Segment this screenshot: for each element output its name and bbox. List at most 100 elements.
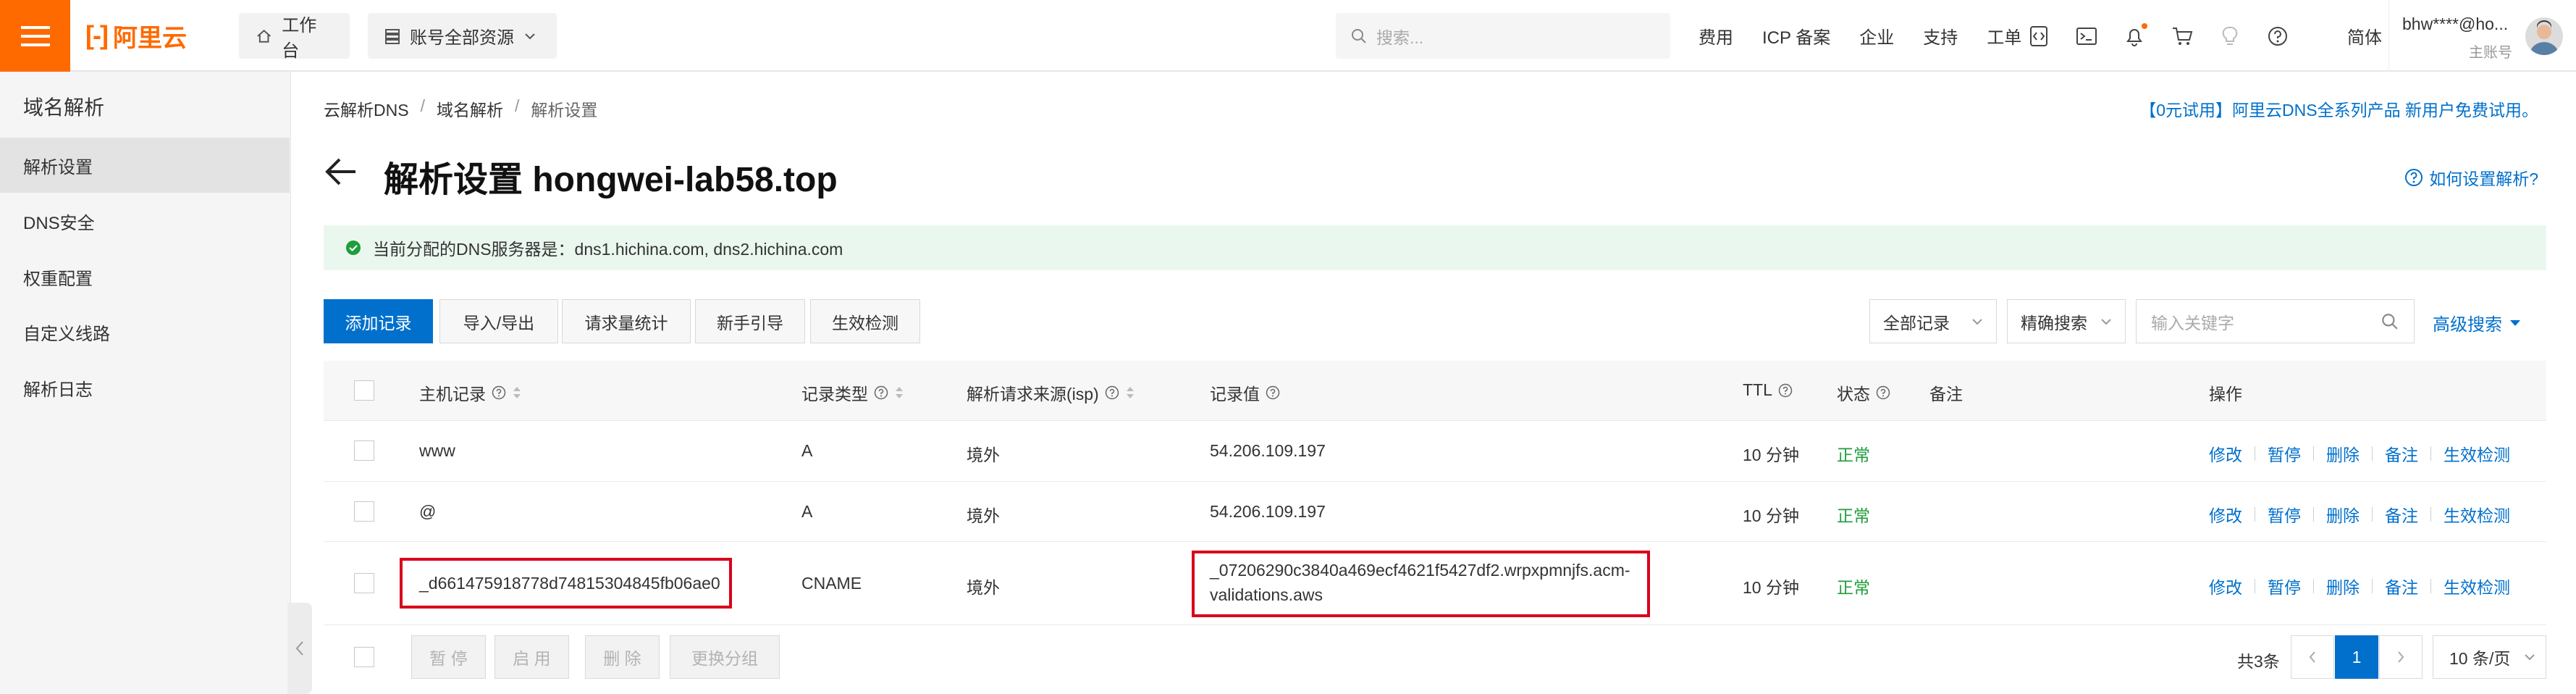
header-ttl: TTL	[1743, 380, 1793, 400]
back-arrow-icon[interactable]	[324, 155, 358, 188]
request-stats-button[interactable]: 请求量统计	[562, 299, 691, 343]
row-checkbox[interactable]	[354, 440, 374, 461]
chevron-down-icon	[2101, 318, 2111, 325]
lightbulb-icon[interactable]	[2218, 25, 2242, 48]
sort-icon[interactable]	[512, 384, 522, 401]
check-link[interactable]: 生效检测	[2444, 574, 2510, 598]
nav-link-support[interactable]: 支持	[1923, 23, 1958, 49]
import-export-button[interactable]: 导入/导出	[439, 299, 558, 343]
pause-link[interactable]: 暂停	[2268, 441, 2301, 466]
breadcrumb-current: 解析设置	[531, 101, 598, 120]
search-mode-select[interactable]: 精确搜索	[2007, 299, 2126, 343]
cell-ttl: 10 分钟	[1743, 446, 1799, 464]
cart-icon[interactable]	[2171, 25, 2194, 48]
sort-icon[interactable]	[894, 384, 904, 401]
add-record-button[interactable]: 添加记录	[324, 299, 433, 343]
prev-page-button[interactable]	[2291, 635, 2334, 679]
select-all-checkbox-bottom[interactable]	[354, 647, 374, 667]
header-type[interactable]: 记录类型	[801, 380, 904, 405]
remark-link[interactable]: 备注	[2385, 574, 2418, 598]
sidebar-item-weight[interactable]: 权重配置	[0, 249, 290, 304]
row-checkbox[interactable]	[354, 573, 374, 593]
next-page-button[interactable]	[2379, 635, 2423, 679]
howto-link[interactable]: 如何设置解析?	[2404, 165, 2538, 190]
divider	[2372, 507, 2373, 522]
bulk-pause-button[interactable]: 暂 停	[411, 635, 486, 679]
advanced-search-toggle[interactable]: 高级搜索	[2433, 310, 2521, 335]
workbench-button[interactable]: 工作台	[239, 13, 350, 61]
edit-link[interactable]: 修改	[2209, 574, 2242, 598]
cell-value-line2: validations.aws	[1210, 585, 1323, 604]
check-link[interactable]: 生效检测	[2444, 502, 2510, 527]
divider	[2430, 507, 2431, 522]
table-row: www A 境外 54.206.109.197 10 分钟 正常 修改 暂停 删…	[324, 421, 2546, 482]
edit-link[interactable]: 修改	[2209, 441, 2242, 466]
page-size-select[interactable]: 10 条/页	[2433, 635, 2546, 679]
check-button[interactable]: 生效检测	[810, 299, 920, 343]
row-actions: 修改 暂停 删除 备注 生效检测	[2209, 574, 2510, 598]
edit-link[interactable]: 修改	[2209, 502, 2242, 527]
cell-value: 54.206.109.197	[1210, 441, 1326, 460]
promo-link[interactable]: 【0元试用】阿里云DNS全系列产品 新用户免费试用。	[2139, 96, 2538, 121]
search-icon[interactable]	[2381, 312, 2399, 331]
cell-value: 54.206.109.197	[1210, 502, 1326, 521]
breadcrumb-domain[interactable]: 域名解析	[437, 96, 503, 121]
aliyun-logo[interactable]: [-] 阿里云	[85, 19, 187, 52]
cell-ttl: 10 分钟	[1743, 578, 1799, 597]
guide-button[interactable]: 新手引导	[695, 299, 805, 343]
global-search-input[interactable]: 搜索...	[1336, 13, 1670, 59]
bulk-enable-button[interactable]: 启 用	[494, 635, 569, 679]
help-icon[interactable]	[2266, 25, 2289, 48]
sidebar-item-dns-security[interactable]: DNS安全	[0, 193, 290, 248]
help-icon	[874, 385, 888, 400]
sidebar-item-custom-line[interactable]: 自定义线路	[0, 304, 290, 359]
resource-selector[interactable]: 账号全部资源	[368, 13, 557, 59]
avatar	[2525, 17, 2563, 55]
status-badge: 正常	[1837, 506, 1870, 525]
resource-selector-label: 账号全部资源	[410, 28, 514, 48]
bulk-group-button[interactable]: 更换分组	[670, 635, 780, 679]
row-actions: 修改 暂停 删除 备注 生效检测	[2209, 441, 2510, 466]
bulk-delete-button[interactable]: 删 除	[585, 635, 660, 679]
delete-link[interactable]: 删除	[2326, 441, 2360, 466]
nav-link-icp[interactable]: ICP 备案	[1762, 23, 1830, 49]
remark-link[interactable]: 备注	[2385, 502, 2418, 527]
select-all-checkbox[interactable]	[354, 380, 374, 401]
row-checkbox[interactable]	[354, 501, 374, 522]
remark-link[interactable]: 备注	[2385, 441, 2418, 466]
keyword-input[interactable]: 输入关键字	[2136, 299, 2415, 343]
terminal-icon[interactable]	[2075, 25, 2098, 48]
record-filter-select[interactable]: 全部记录	[1869, 299, 1997, 343]
account-menu[interactable]: bhw****@ho... 主账号	[2388, 0, 2576, 72]
delete-link[interactable]: 删除	[2326, 574, 2360, 598]
header-value-label: 记录值	[1210, 385, 1260, 404]
sidebar-item-settings[interactable]: 解析设置	[0, 138, 290, 193]
header-value: 记录值	[1210, 380, 1280, 405]
cell-type: CNAME	[801, 574, 862, 593]
pause-link[interactable]: 暂停	[2268, 574, 2301, 598]
account-role: 主账号	[2469, 45, 2512, 61]
sidebar-collapse-toggle[interactable]	[287, 603, 312, 694]
top-nav-links: 费用 ICP 备案 企业 支持 工单	[1699, 0, 2021, 72]
sidebar: 域名解析 解析设置 DNS安全 权重配置 自定义线路 解析日志	[0, 72, 291, 694]
bell-icon[interactable]	[2123, 22, 2147, 48]
language-switch[interactable]: 简体	[2347, 23, 2382, 49]
code-icon[interactable]	[2027, 25, 2050, 48]
delete-link[interactable]: 删除	[2326, 502, 2360, 527]
header-isp[interactable]: 解析请求来源(isp)	[967, 380, 1135, 405]
nav-link-enterprise[interactable]: 企业	[1859, 23, 1894, 49]
pause-link[interactable]: 暂停	[2268, 502, 2301, 527]
row-actions: 修改 暂停 删除 备注 生效检测	[2209, 502, 2510, 527]
breadcrumb-dns[interactable]: 云解析DNS	[324, 96, 409, 121]
sidebar-item-logs[interactable]: 解析日志	[0, 360, 290, 415]
sort-icon[interactable]	[1125, 384, 1135, 401]
page-1-button[interactable]: 1	[2335, 635, 2378, 679]
workbench-label: 工作台	[282, 15, 317, 61]
help-icon	[1266, 385, 1280, 400]
nav-link-tickets[interactable]: 工单	[1987, 23, 2021, 49]
top-nav-icons	[2027, 0, 2289, 72]
menu-icon[interactable]	[0, 0, 70, 72]
nav-link-fees[interactable]: 费用	[1699, 23, 1733, 49]
check-link[interactable]: 生效检测	[2444, 441, 2510, 466]
header-host[interactable]: 主机记录	[419, 380, 522, 405]
